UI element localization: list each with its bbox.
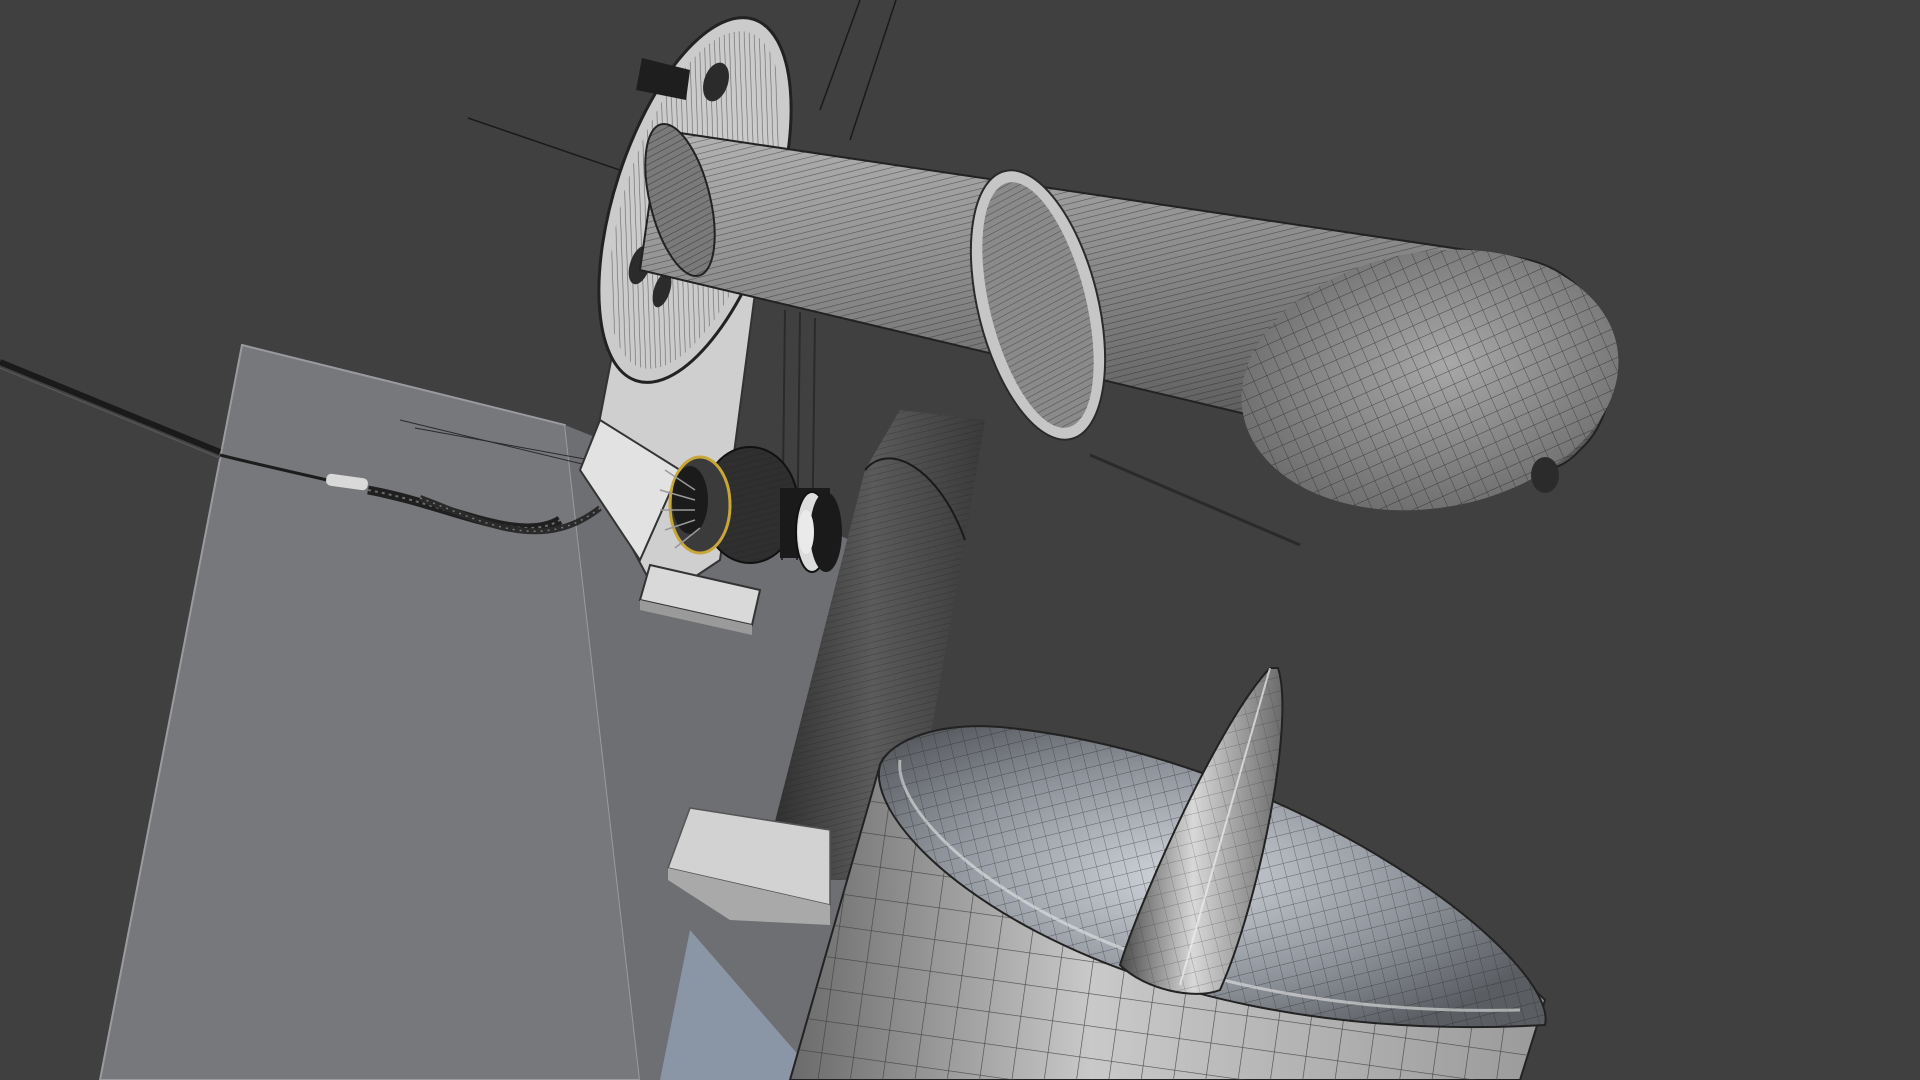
viewport-canvas[interactable] (0, 0, 1920, 1080)
3d-viewport[interactable] (0, 0, 1920, 1080)
